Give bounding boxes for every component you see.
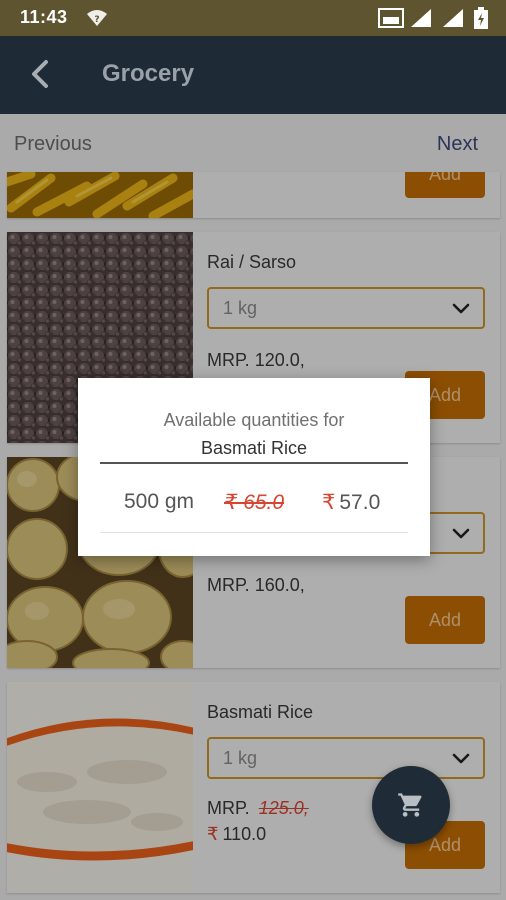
cart-button[interactable]	[372, 766, 450, 844]
quantity-dialog: Available quantities for Basmati Rice 50…	[78, 378, 430, 556]
currency-symbol: ₹	[322, 491, 336, 514]
volte-icon	[378, 8, 404, 28]
quantity-option-row[interactable]: 500 gm ₹ 65.0 ₹57.0	[78, 488, 430, 518]
signal-icon	[443, 9, 463, 27]
battery-icon	[474, 7, 488, 29]
dialog-row-divider	[100, 532, 408, 533]
option-price-value: 57.0	[339, 491, 381, 514]
page-title: Grocery	[102, 60, 195, 87]
option-quantity: 500 gm	[124, 490, 195, 513]
option-old-price: ₹ 65.0	[224, 491, 285, 514]
back-button[interactable]	[20, 54, 60, 94]
arrow-back-icon	[32, 60, 48, 88]
cart-icon	[398, 793, 422, 817]
dialog-heading: Available quantities for	[163, 410, 345, 430]
dialog-divider	[100, 462, 408, 464]
svg-text:?: ?	[94, 15, 99, 25]
status-bar: 11:43 ?	[0, 0, 506, 36]
status-time: 11:43	[20, 7, 68, 27]
dialog-product-name: Basmati Rice	[200, 438, 308, 458]
app-bar: Grocery	[0, 36, 506, 114]
option-price: ₹57.0	[322, 490, 380, 515]
wifi-question-icon: ?	[87, 10, 107, 26]
signal-icon	[411, 9, 431, 27]
